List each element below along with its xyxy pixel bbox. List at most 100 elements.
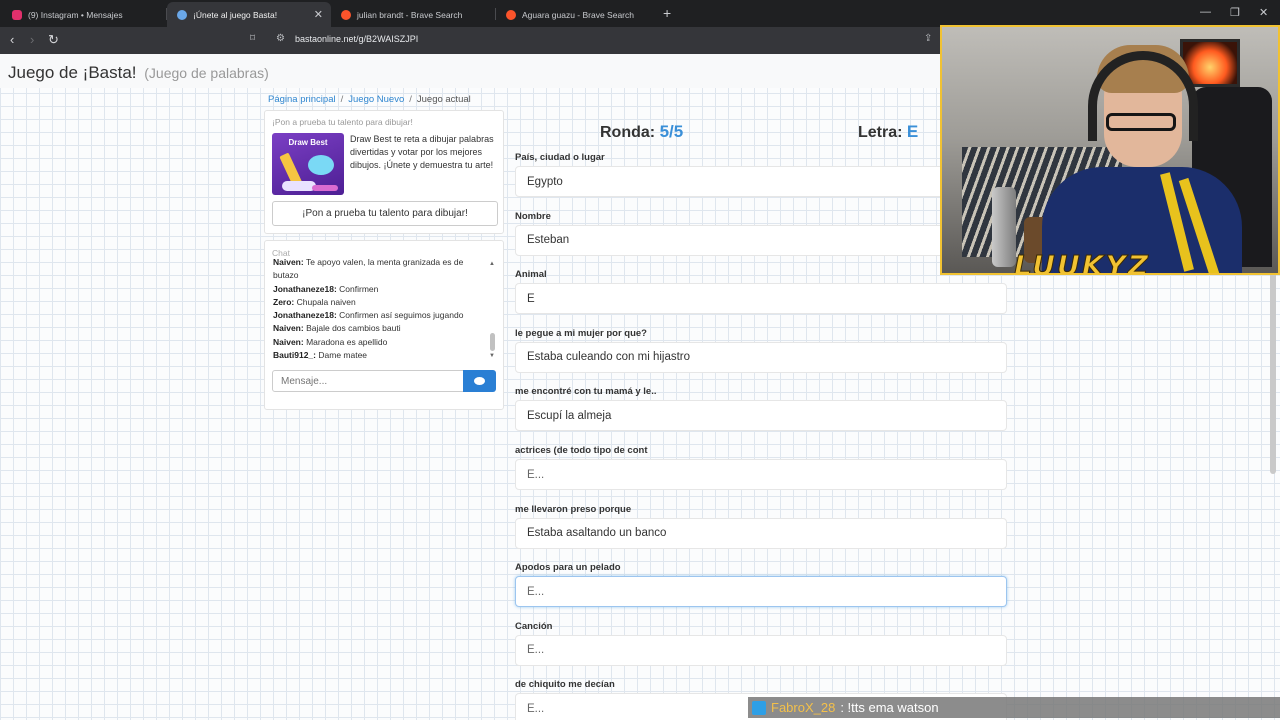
brave-icon: [506, 9, 516, 20]
restore-icon[interactable]: ❐: [1230, 6, 1240, 19]
chat-message: Zero: Chupala naiven: [273, 296, 491, 309]
answer-input[interactable]: [515, 517, 1007, 549]
chat-message: Jonathaneze18: Confirmen: [273, 283, 491, 296]
chat-message-input[interactable]: [272, 370, 464, 392]
tab-instagram[interactable]: (9) Instagram • Mensajes: [2, 2, 166, 27]
breadcrumb: Página principal / Juego Nuevo / Juego actua…: [268, 94, 471, 105]
forward-icon[interactable]: ›: [30, 32, 34, 47]
promo-title: ¡Pon a prueba tu talento para dibujar!: [272, 117, 413, 127]
promo-panel: ¡Pon a prueba tu talento para dibujar! D…: [264, 110, 504, 234]
site-info-icon[interactable]: ⚙: [276, 33, 285, 44]
field-label: actrices (de todo tipo de cont: [515, 445, 648, 456]
minimize-icon[interactable]: —: [1200, 6, 1211, 18]
chat-send-button[interactable]: [463, 370, 496, 392]
answer-input[interactable]: [515, 634, 1007, 666]
chat-message-user: Naiven:: [273, 258, 304, 267]
letter-label: Letra:: [858, 124, 903, 141]
draw-best-image-title: Draw Best: [288, 138, 328, 147]
promo-text: Draw Best te reta a dibujar palabras div…: [350, 134, 494, 170]
address-bar[interactable]: ⌑ ⚙ bastaonline.net/g/B2WAISZJPI ⇪: [246, 30, 946, 51]
back-icon[interactable]: ‹: [10, 32, 14, 47]
browser-tab-bar: (9) Instagram • Mensajes ¡Únete al juego…: [0, 0, 1280, 27]
answer-input[interactable]: [515, 341, 1007, 373]
chat-message-text: Confirmen así seguimos jugando: [339, 310, 464, 321]
site-title[interactable]: Juego de ¡Basta! (Juego de palabras): [8, 63, 269, 83]
chat-message-text: Maradona es apellido: [306, 336, 388, 347]
field-label: Nombre: [515, 210, 551, 222]
scroll-up-icon[interactable]: ▲: [489, 261, 495, 267]
answer-input[interactable]: [515, 224, 1007, 256]
draw-best-image[interactable]: Draw Best: [272, 133, 344, 195]
round-value: 5/5: [659, 122, 684, 141]
comment-icon: [474, 377, 485, 385]
url-text[interactable]: bastaonline.net/g/B2WAISZJPI: [295, 34, 418, 44]
breadcrumb-current: Juego actual: [416, 94, 471, 105]
chat-message-text: Chupala naiven: [296, 296, 356, 307]
chat-log[interactable]: Naiven: Te apoyo valen, la menta graniza…: [273, 258, 491, 364]
bookmark-icon[interactable]: ⌑: [250, 33, 255, 44]
chat-message-user: Jonathaneze18:: [273, 310, 337, 321]
chat-message-text: Confirmen: [339, 283, 379, 294]
new-tab-icon[interactable]: +: [663, 5, 671, 21]
tts-message: : !tts ema watson: [840, 700, 939, 715]
field-label: Canción: [515, 620, 553, 632]
chat-scroll-thumb[interactable]: [490, 333, 495, 351]
webcam-overlay: LUUKYZ: [940, 25, 1280, 275]
tts-alert-bar: FabroX_28 : !tts ema watson: [748, 697, 1280, 718]
tab-title: (9) Instagram • Mensajes: [28, 9, 123, 20]
chat-message-user: Naiven:: [273, 323, 304, 334]
share-icon[interactable]: ⇪: [924, 33, 932, 44]
chat-title: Chat: [272, 248, 290, 258]
close-window-icon[interactable]: ✕: [1259, 6, 1268, 19]
tab-aguara-guazu[interactable]: Aguara guazu - Brave Search: [496, 2, 660, 27]
round-indicator: Ronda: 5/5: [600, 122, 683, 142]
field-label: Apodos para un pelado: [515, 562, 621, 574]
cloud-shape: [282, 181, 316, 191]
tts-username: FabroX_28: [771, 700, 836, 715]
field-label: me encontré con tu mamá y le..: [515, 386, 657, 398]
chat-message-user: Naiven:: [273, 336, 304, 347]
reload-icon[interactable]: ↻: [48, 32, 59, 48]
chat-message-text: Bajale dos cambios bauti: [306, 323, 401, 334]
field-label: me llevaron preso porque: [515, 503, 632, 515]
chat-message: Naiven: Te apoyo valen, la menta graniza…: [273, 258, 491, 283]
badge-shape: [312, 185, 338, 191]
field-label: Animal: [515, 269, 547, 281]
answer-input[interactable]: [515, 459, 1007, 490]
field-label: de chiquito me decían: [515, 679, 615, 691]
tab-title: julian brandt - Brave Search: [357, 9, 463, 20]
tab-title: ¡Únete al juego Basta!: [193, 9, 278, 20]
thermos: [992, 187, 1016, 267]
letter-value: E: [906, 122, 919, 141]
chat-message: Bauti912_: Dame matee: [273, 349, 491, 362]
close-tab-icon[interactable]: ✕: [314, 8, 323, 21]
answer-input[interactable]: [515, 283, 1007, 315]
field-label: le pegue a mi mujer por que?: [515, 327, 647, 339]
site-subtitle: (Juego de palabras): [144, 65, 269, 81]
tab-julian-brandt[interactable]: julian brandt - Brave Search: [331, 2, 495, 27]
draw-best-button[interactable]: ¡Pon a prueba tu talento para dibujar!: [272, 201, 498, 226]
chat-panel: Chat Naiven: Te apoyo valen, la menta gr…: [264, 240, 504, 410]
instagram-icon: [12, 9, 22, 20]
breadcrumb-home-link[interactable]: Página principal: [268, 94, 336, 105]
streamer-name: LUUKYZ: [1013, 249, 1151, 275]
chat-message: Naiven: Maradona es apellido: [273, 336, 491, 349]
round-label: Ronda:: [600, 124, 656, 141]
site-title-text: Juego de ¡Basta!: [8, 63, 137, 82]
scroll-down-icon[interactable]: ▼: [489, 353, 495, 359]
answer-input[interactable]: [515, 576, 1007, 608]
answer-input[interactable]: [515, 400, 1007, 432]
breadcrumb-new-game-link[interactable]: Juego Nuevo: [348, 94, 404, 105]
speech-bubble-icon: [308, 155, 334, 175]
answer-input[interactable]: [515, 166, 1007, 197]
chat-message: Jonathaneze18: Confirmen así seguimos ju…: [273, 309, 491, 322]
field-label: País, ciudad o lugar: [515, 152, 605, 163]
chat-message-user: Jonathaneze18:: [273, 283, 337, 294]
chat-message-user: Zero:: [273, 296, 295, 307]
glasses: [1106, 113, 1176, 131]
chat-scrollbar[interactable]: ▲ ▼: [489, 261, 497, 361]
brave-icon: [341, 9, 351, 20]
tab-basta[interactable]: ¡Únete al juego Basta! ✕: [167, 2, 331, 27]
chat-message-text: Dame matee: [318, 350, 368, 361]
chat-message-user: Bauti912_:: [273, 350, 316, 361]
